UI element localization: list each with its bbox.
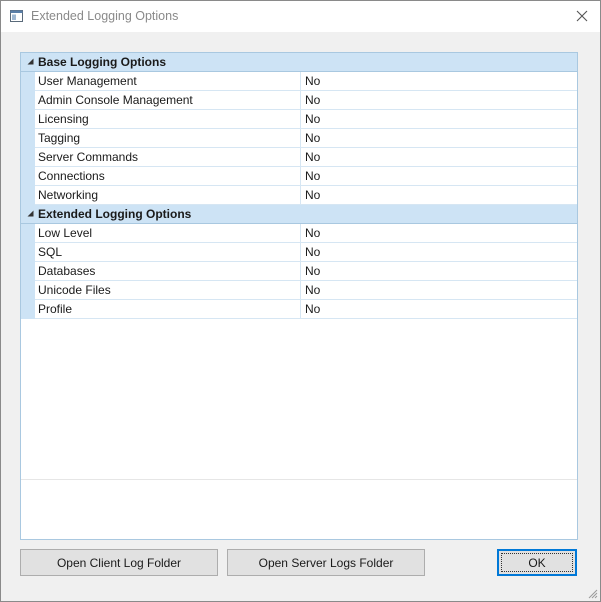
close-button[interactable] bbox=[570, 5, 594, 27]
ok-button[interactable]: OK bbox=[497, 549, 577, 576]
property-row-databases[interactable]: Databases No bbox=[21, 262, 577, 281]
property-row-tagging[interactable]: Tagging No bbox=[21, 129, 577, 148]
property-value[interactable]: No bbox=[305, 245, 320, 259]
property-row-connections[interactable]: Connections No bbox=[21, 167, 577, 186]
property-name: Low Level bbox=[38, 226, 93, 240]
app-window-icon bbox=[10, 10, 23, 22]
property-value[interactable]: No bbox=[305, 93, 320, 107]
row-gutter bbox=[21, 72, 35, 91]
column-divider bbox=[300, 300, 301, 318]
property-row-licensing[interactable]: Licensing No bbox=[21, 110, 577, 129]
column-divider bbox=[300, 243, 301, 261]
property-value[interactable]: No bbox=[305, 169, 320, 183]
row-gutter bbox=[21, 224, 35, 243]
property-row-user-management[interactable]: User Management No bbox=[21, 72, 577, 91]
dialog-window: Extended Logging Options Base Logging Op… bbox=[0, 0, 601, 602]
property-name: Admin Console Management bbox=[38, 93, 193, 107]
column-divider bbox=[300, 281, 301, 299]
property-value[interactable]: No bbox=[305, 188, 320, 202]
property-name: Licensing bbox=[38, 112, 89, 126]
property-name: Unicode Files bbox=[38, 283, 111, 297]
property-row-admin-console-management[interactable]: Admin Console Management No bbox=[21, 91, 577, 110]
property-value[interactable]: No bbox=[305, 112, 320, 126]
description-pane-divider bbox=[21, 479, 577, 480]
row-gutter bbox=[21, 167, 35, 186]
property-grid[interactable]: Base Logging Options User Management No … bbox=[20, 52, 578, 540]
property-value[interactable]: No bbox=[305, 150, 320, 164]
property-name: Networking bbox=[38, 188, 99, 202]
property-value[interactable]: No bbox=[305, 74, 320, 88]
column-divider bbox=[300, 72, 301, 90]
row-gutter bbox=[21, 281, 35, 300]
section-label: Base Logging Options bbox=[38, 55, 166, 69]
property-row-sql[interactable]: SQL No bbox=[21, 243, 577, 262]
column-divider bbox=[300, 167, 301, 185]
property-row-networking[interactable]: Networking No bbox=[21, 186, 577, 205]
row-gutter bbox=[21, 262, 35, 281]
row-gutter bbox=[21, 110, 35, 129]
property-name: SQL bbox=[38, 245, 63, 259]
property-row-low-level[interactable]: Low Level No bbox=[21, 224, 577, 243]
window-title: Extended Logging Options bbox=[31, 9, 179, 23]
property-name: Databases bbox=[38, 264, 96, 278]
column-divider bbox=[300, 262, 301, 280]
row-gutter bbox=[21, 300, 35, 319]
property-name: User Management bbox=[38, 74, 137, 88]
property-value[interactable]: No bbox=[305, 226, 320, 240]
close-icon bbox=[576, 10, 588, 22]
focus-rect bbox=[501, 553, 573, 572]
column-divider bbox=[300, 148, 301, 166]
property-name: Server Commands bbox=[38, 150, 139, 164]
row-gutter bbox=[21, 129, 35, 148]
property-name: Connections bbox=[38, 169, 105, 183]
column-divider bbox=[300, 91, 301, 109]
open-server-logs-folder-button[interactable]: Open Server Logs Folder bbox=[227, 549, 425, 576]
property-value[interactable]: No bbox=[305, 131, 320, 145]
row-gutter bbox=[21, 148, 35, 167]
property-value[interactable]: No bbox=[305, 302, 320, 316]
triangle-expanded-icon[interactable] bbox=[27, 210, 34, 217]
column-divider bbox=[300, 129, 301, 147]
property-value[interactable]: No bbox=[305, 283, 320, 297]
property-name: Tagging bbox=[38, 131, 81, 145]
column-divider bbox=[300, 224, 301, 242]
title-bar[interactable]: Extended Logging Options bbox=[1, 1, 600, 32]
row-gutter bbox=[21, 243, 35, 262]
column-divider bbox=[300, 110, 301, 128]
section-label: Extended Logging Options bbox=[38, 207, 192, 221]
resize-grip-icon[interactable] bbox=[588, 589, 598, 599]
section-extended-logging-options[interactable]: Extended Logging Options bbox=[21, 205, 577, 224]
property-name: Profile bbox=[38, 302, 73, 316]
section-base-logging-options[interactable]: Base Logging Options bbox=[21, 53, 577, 72]
triangle-expanded-icon[interactable] bbox=[27, 58, 34, 65]
property-row-unicode-files[interactable]: Unicode Files No bbox=[21, 281, 577, 300]
property-row-server-commands[interactable]: Server Commands No bbox=[21, 148, 577, 167]
property-value[interactable]: No bbox=[305, 264, 320, 278]
open-client-log-folder-button[interactable]: Open Client Log Folder bbox=[20, 549, 218, 576]
row-gutter bbox=[21, 186, 35, 205]
column-divider bbox=[300, 186, 301, 204]
property-row-profile[interactable]: Profile No bbox=[21, 300, 577, 319]
row-gutter bbox=[21, 91, 35, 110]
